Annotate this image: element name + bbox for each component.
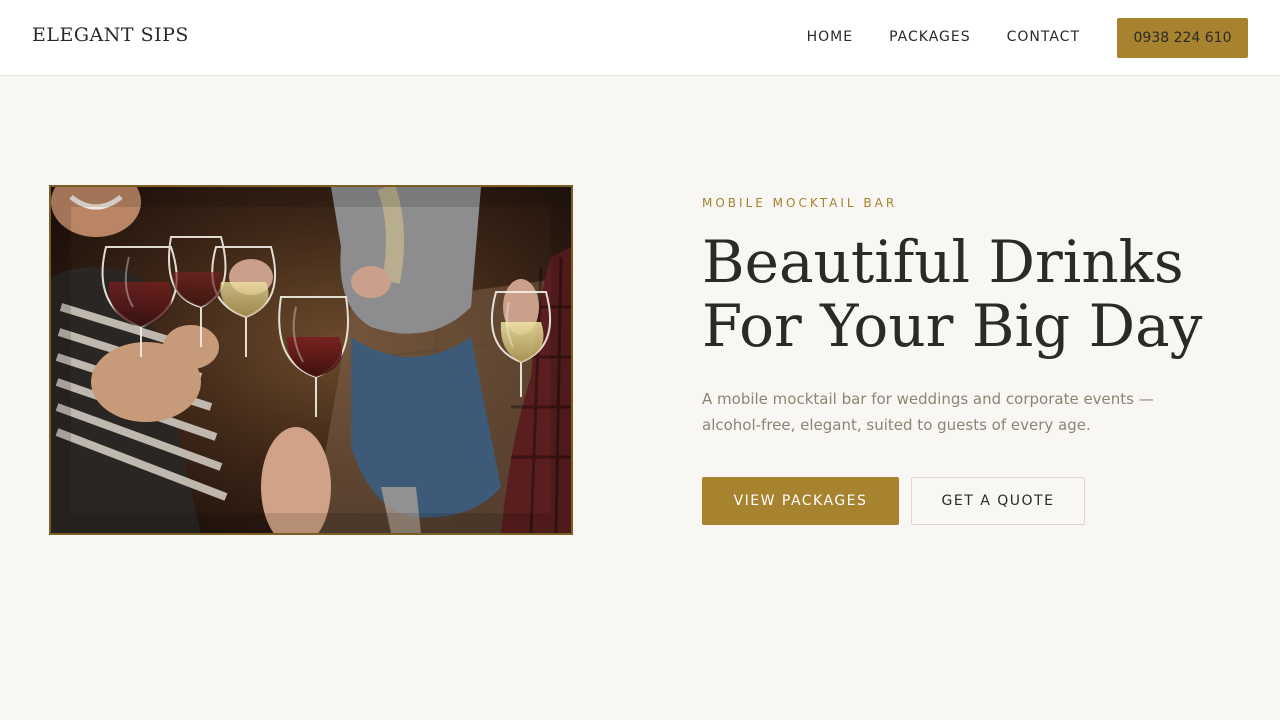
nav-contact[interactable]: CONTACT xyxy=(1007,29,1080,45)
hero-image xyxy=(49,185,573,535)
hero-description: A mobile mocktail bar for weddings and c… xyxy=(702,386,1222,438)
main-nav: HOME PACKAGES CONTACT xyxy=(807,29,1080,45)
hero-title: Beautiful Drinks For Your Big Day xyxy=(702,230,1222,358)
hero-cta-row: VIEW PACKAGES GET A QUOTE xyxy=(702,477,1085,525)
brand-logo[interactable]: ELEGANT SIPS xyxy=(32,24,189,46)
site-header: ELEGANT SIPS HOME PACKAGES CONTACT 0938 … xyxy=(0,0,1280,76)
hero-copy: MOBILE MOCKTAIL BAR Beautiful Drinks For… xyxy=(702,196,1222,438)
get-quote-button[interactable]: GET A QUOTE xyxy=(911,477,1085,525)
nav-packages[interactable]: PACKAGES xyxy=(889,29,971,45)
hero-description-line-1: A mobile mocktail bar for weddings and c… xyxy=(702,390,1154,408)
toasting-photo-illustration xyxy=(51,187,571,533)
hero-title-line-2: For Your Big Day xyxy=(702,292,1203,360)
view-packages-button[interactable]: VIEW PACKAGES xyxy=(702,477,899,525)
hero-title-line-1: Beautiful Drinks xyxy=(702,228,1184,296)
phone-button[interactable]: 0938 224 610 xyxy=(1117,18,1248,58)
nav-home[interactable]: HOME xyxy=(807,29,853,45)
hero-description-line-2: alcohol-free, elegant, suited to guests … xyxy=(702,416,1091,434)
hero-eyebrow: MOBILE MOCKTAIL BAR xyxy=(702,196,898,210)
